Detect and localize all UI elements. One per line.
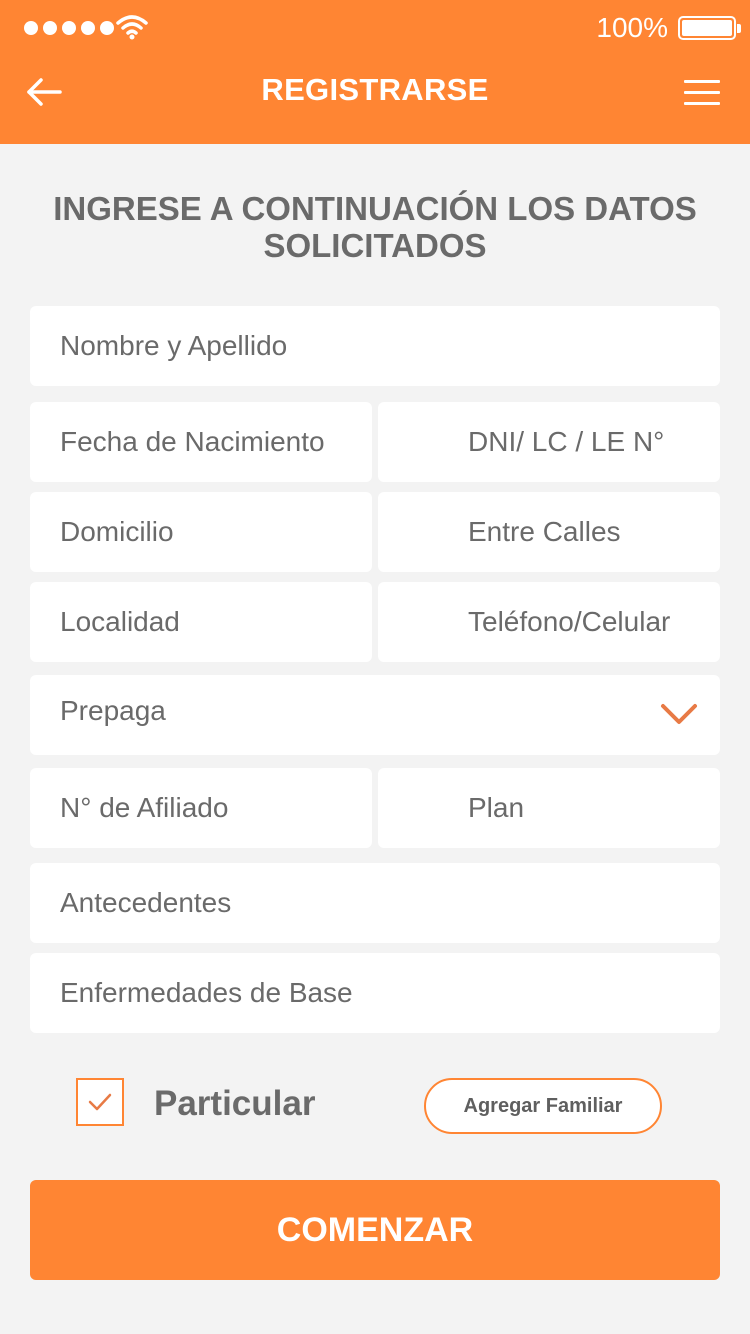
battery-icon (678, 16, 741, 40)
start-button[interactable]: COMENZAR (30, 1180, 720, 1280)
base-diseases-placeholder: Enfermedades de Base (60, 977, 353, 1008)
name-field-placeholder: Nombre y Apellido (60, 330, 288, 361)
name-field[interactable]: Nombre y Apellido (30, 306, 720, 386)
wifi-icon (116, 15, 148, 40)
plan-placeholder: Plan (468, 792, 525, 823)
particular-label: Particular (154, 1084, 316, 1123)
affiliate-number-placeholder: N° de Afiliado (60, 792, 229, 823)
address-placeholder: Domicilio (60, 516, 174, 547)
hamburger-menu-icon[interactable] (684, 80, 720, 106)
document-number-placeholder: DNI/ LC / LE N° (468, 426, 665, 457)
base-diseases-field[interactable]: Enfermedades de Base (30, 953, 720, 1033)
plan-field[interactable]: Plan (378, 768, 720, 848)
birth-date-field[interactable]: Fecha de Nacimiento (30, 402, 372, 482)
add-family-button[interactable]: Agregar Familiar (424, 1078, 662, 1134)
prepaga-select[interactable]: Prepaga (30, 675, 720, 755)
phone-placeholder: Teléfono/Celular (468, 606, 671, 637)
cross-streets-field[interactable]: Entre Calles (378, 492, 720, 572)
locality-placeholder: Localidad (60, 606, 180, 637)
checkmark-icon (88, 1093, 112, 1111)
medical-history-placeholder: Antecedentes (60, 887, 232, 918)
app-header: 100% REGISTRARSE (0, 0, 750, 144)
particular-row: Particular Agregar Familiar (0, 1076, 750, 1136)
status-bar: 100% (0, 0, 750, 56)
locality-field[interactable]: Localidad (30, 582, 372, 662)
form-instructions: INGRESE A CONTINUACIÓN LOS DATOS SOLICIT… (53, 190, 697, 264)
prepaga-placeholder: Prepaga (60, 695, 166, 726)
signal-strength-icon (24, 21, 114, 35)
cross-streets-placeholder: Entre Calles (468, 516, 621, 547)
particular-checkbox[interactable] (76, 1078, 124, 1126)
battery-percentage: 100% (596, 12, 668, 43)
birth-date-placeholder: Fecha de Nacimiento (60, 426, 325, 457)
document-number-field[interactable]: DNI/ LC / LE N° (378, 402, 720, 482)
address-field[interactable]: Domicilio (30, 492, 372, 572)
page-title: REGISTRARSE (261, 72, 489, 107)
medical-history-field[interactable]: Antecedentes (30, 863, 720, 943)
affiliate-number-field[interactable]: N° de Afiliado (30, 768, 372, 848)
chevron-down-icon (661, 704, 697, 724)
phone-field[interactable]: Teléfono/Celular (378, 582, 720, 662)
